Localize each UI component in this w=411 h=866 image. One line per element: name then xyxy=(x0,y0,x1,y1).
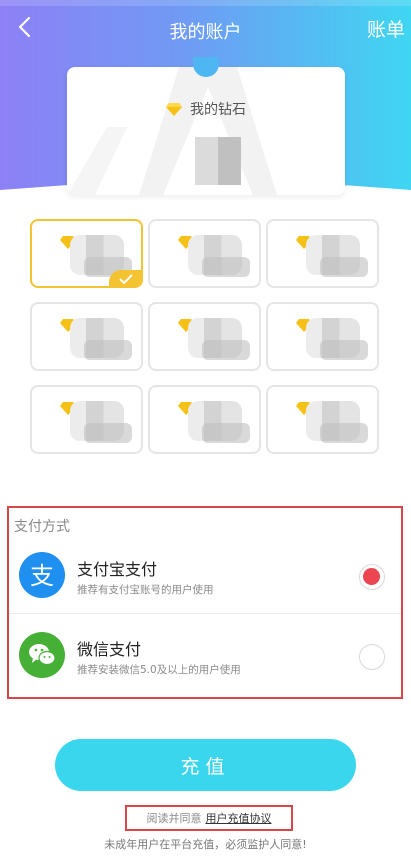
package-option[interactable] xyxy=(266,302,379,371)
package-option[interactable] xyxy=(266,219,379,288)
bill-button[interactable]: 账单 xyxy=(367,15,405,42)
page-title: 我的账户 xyxy=(169,22,242,43)
minor-notice: 未成年用户在平台充值，必须监护人同意! xyxy=(104,838,307,851)
package-option[interactable] xyxy=(30,219,143,288)
diamond-label: 我的钻石 xyxy=(190,102,246,118)
status-bar xyxy=(0,0,411,6)
package-price-blurred xyxy=(84,340,132,360)
package-option[interactable] xyxy=(30,385,143,454)
package-price-blurred xyxy=(320,257,368,277)
package-price-blurred xyxy=(202,423,250,443)
svg-text:支: 支 xyxy=(30,562,54,590)
diamond-icon xyxy=(166,102,182,116)
package-option[interactable] xyxy=(148,219,261,288)
diamond-balance-card: 我的钻石 xyxy=(67,67,345,195)
check-icon xyxy=(119,274,133,284)
package-option[interactable] xyxy=(30,302,143,371)
payment-option-wechat[interactable]: 微信支付 推荐安装微信5.0及以上的用户使用 xyxy=(9,614,401,694)
recharge-package-grid xyxy=(30,219,380,454)
payment-option-name: 支付宝支付 xyxy=(77,560,158,579)
package-price-blurred xyxy=(202,340,250,360)
payment-method-section: 支付方式 支 支付宝支付 推荐有支付宝账号的用户使用 微信支付 推荐安装微信5.… xyxy=(7,506,403,699)
radio-unselected-icon[interactable] xyxy=(359,644,385,670)
package-price-blurred xyxy=(202,257,250,277)
recharge-button[interactable]: 充值 xyxy=(55,739,356,791)
package-option[interactable] xyxy=(148,385,261,454)
package-option[interactable] xyxy=(266,385,379,454)
wechat-icon xyxy=(19,632,65,678)
diamond-label-row: 我的钻石 xyxy=(67,99,345,119)
package-option[interactable] xyxy=(148,302,261,371)
diamond-balance-amount-blurred xyxy=(195,137,241,185)
payment-option-description: 推荐安装微信5.0及以上的用户使用 xyxy=(77,664,241,676)
package-price-blurred xyxy=(320,340,368,360)
radio-selected-icon[interactable] xyxy=(359,564,385,590)
package-price-blurred xyxy=(320,423,368,443)
payment-option-alipay[interactable]: 支 支付宝支付 推荐有支付宝账号的用户使用 xyxy=(9,534,401,614)
package-price-blurred xyxy=(84,423,132,443)
payment-option-description: 推荐有支付宝账号的用户使用 xyxy=(77,584,214,596)
agreement-link[interactable]: 用户充值协议 xyxy=(206,810,272,826)
payment-heading: 支付方式 xyxy=(14,519,70,535)
selected-check-badge xyxy=(109,270,141,286)
agreement-prefix: 阅读并同意 xyxy=(146,812,202,825)
alipay-icon: 支 xyxy=(19,552,65,598)
payment-option-name: 微信支付 xyxy=(77,640,142,659)
agreement-row: 阅读并同意 用户充值协议 xyxy=(125,805,293,831)
